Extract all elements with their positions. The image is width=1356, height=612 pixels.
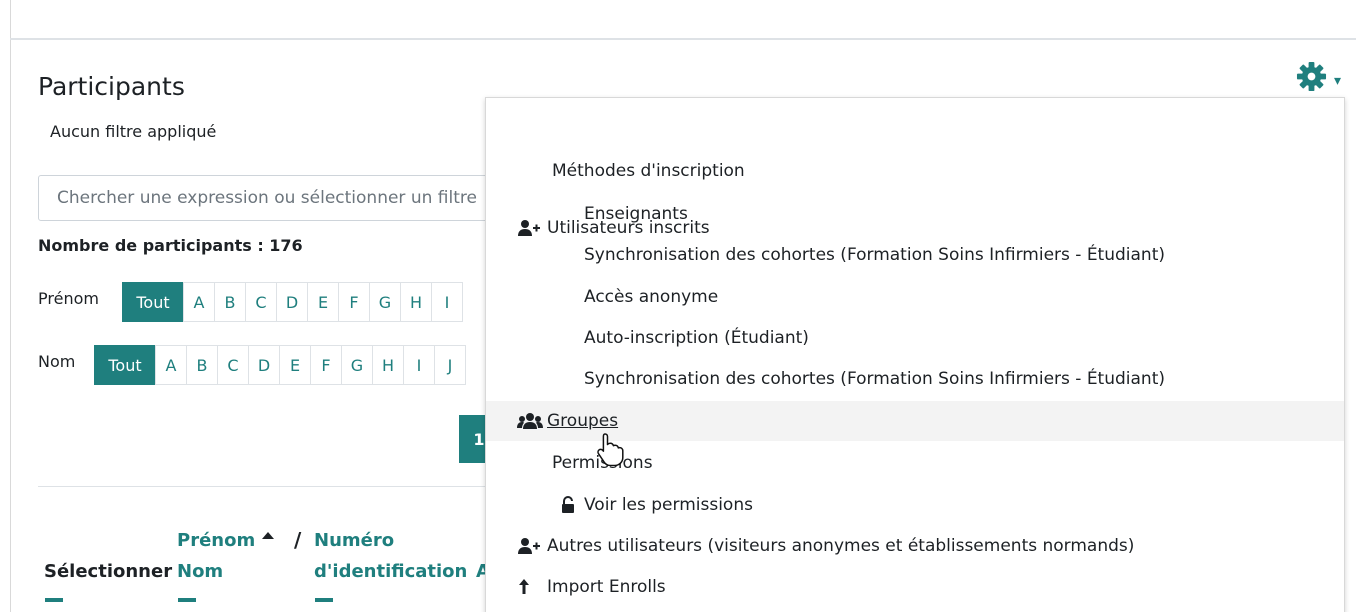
menu-item-label: Accès anonyme: [584, 287, 719, 307]
last-name-initial-i[interactable]: I: [403, 345, 435, 385]
top-divider: [10, 38, 1356, 40]
select-collapse-icon[interactable]: [45, 598, 63, 602]
menu-item-cohort-sync-2[interactable]: Synchronisation des cohortes (Formation …: [486, 359, 1344, 399]
menu-item-label: Synchronisation des cohortes (Formation …: [584, 369, 1166, 389]
unlock-icon: [552, 495, 584, 515]
last-name-initial-h[interactable]: H: [372, 345, 404, 385]
last-name-initials-bar: Tout A B C D E F G H I J: [94, 345, 466, 385]
menu-item-label: Groupes: [547, 411, 619, 431]
first-name-initial-i[interactable]: I: [431, 282, 463, 322]
menu-item-import-enrolls[interactable]: Import Enrolls: [486, 567, 1344, 607]
menu-item-label: Enseignants: [584, 204, 688, 224]
menu-item-cohort-sync-1[interactable]: Synchronisation des cohortes (Formation …: [486, 235, 1344, 275]
name-collapse-icon[interactable]: [178, 598, 196, 602]
sort-ascending-icon: [262, 532, 274, 539]
menu-item-guest-access[interactable]: Accès anonyme: [486, 277, 1344, 317]
upload-arrow-icon: [517, 577, 547, 597]
menu-item-label: Synchronisation des cohortes (Formation …: [584, 245, 1166, 265]
participants-page: Participants Aucun filtre appliqué Nombr…: [0, 0, 1356, 612]
menu-item-enrolment-methods[interactable]: Méthodes d'inscription: [486, 151, 1344, 191]
last-name-initial-all[interactable]: Tout: [94, 345, 156, 385]
first-name-initials-bar: Tout A B C D E F G H I: [122, 282, 463, 322]
menu-item-label: Auto-inscription (Étudiant): [584, 328, 809, 348]
left-border: [10, 0, 11, 612]
first-name-initial-e[interactable]: E: [307, 282, 339, 322]
menu-item-label: Permissions: [552, 453, 653, 473]
first-name-initial-a[interactable]: A: [183, 282, 215, 322]
last-name-initial-a[interactable]: A: [155, 345, 187, 385]
content-separator: [38, 486, 488, 487]
last-name-initial-b[interactable]: B: [186, 345, 218, 385]
gear-icon[interactable]: [1296, 61, 1327, 92]
page-title: Participants: [38, 72, 185, 101]
menu-item-label: Voir les permissions: [584, 495, 753, 515]
user-plus-icon: [517, 536, 547, 556]
last-name-initial-g[interactable]: G: [341, 345, 373, 385]
menu-item-other-users[interactable]: Autres utilisateurs (visiteurs anonymes …: [486, 526, 1344, 566]
first-name-initial-c[interactable]: C: [245, 282, 277, 322]
first-name-sort-link[interactable]: Prénom: [177, 530, 255, 551]
last-name-filter-label: Nom: [38, 352, 76, 371]
first-name-initial-all[interactable]: Tout: [122, 282, 184, 322]
menu-item-groups[interactable]: Groupes: [486, 401, 1344, 441]
last-name-initial-j[interactable]: J: [434, 345, 466, 385]
first-name-initial-f[interactable]: F: [338, 282, 370, 322]
menu-item-check-permissions[interactable]: Voir les permissions: [486, 485, 1344, 525]
select-column-header: Sélectionner: [44, 561, 173, 582]
first-name-initial-h[interactable]: H: [400, 282, 432, 322]
menu-item-teachers[interactable]: Enseignants: [486, 194, 1344, 234]
menu-item-self-enrolment[interactable]: Auto-inscription (Étudiant): [486, 318, 1344, 358]
menu-item-permissions[interactable]: Permissions: [486, 443, 1344, 483]
menu-item-label: Autres utilisateurs (visiteurs anonymes …: [547, 536, 1135, 556]
last-name-sort-link[interactable]: Nom: [177, 561, 223, 582]
users-icon: [517, 411, 547, 431]
last-name-initial-d[interactable]: D: [248, 345, 280, 385]
first-name-filter-label: Prénom: [38, 289, 99, 308]
last-name-initial-e[interactable]: E: [279, 345, 311, 385]
id-number-sort-link[interactable]: Numéro: [314, 530, 394, 551]
last-name-initial-c[interactable]: C: [217, 345, 249, 385]
id-collapse-icon[interactable]: [315, 598, 333, 602]
chevron-down-icon[interactable]: ▾: [1334, 73, 1341, 89]
filter-status-text: Aucun filtre appliqué: [50, 122, 217, 141]
participant-count: Nombre de participants : 176: [38, 236, 303, 255]
first-name-initial-g[interactable]: G: [369, 282, 401, 322]
menu-item-label: Méthodes d'inscription: [552, 161, 745, 181]
course-actions-menu: Utilisateurs inscrits Méthodes d'inscrip…: [485, 97, 1345, 612]
header-separator: /: [294, 528, 302, 552]
first-name-initial-b[interactable]: B: [214, 282, 246, 322]
search-input[interactable]: [38, 175, 498, 221]
first-name-initial-d[interactable]: D: [276, 282, 308, 322]
last-name-initial-f[interactable]: F: [310, 345, 342, 385]
id-number-sort-link-line2[interactable]: d'identification: [314, 561, 467, 582]
menu-item-label: Import Enrolls: [547, 577, 666, 597]
